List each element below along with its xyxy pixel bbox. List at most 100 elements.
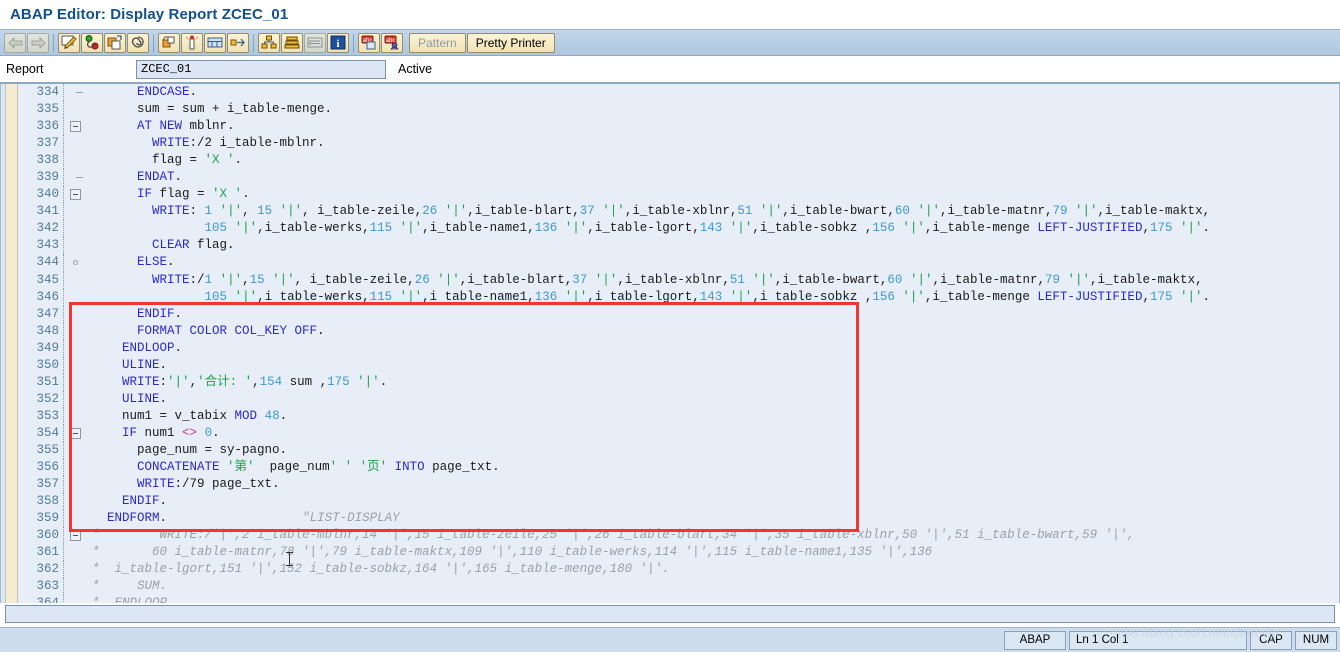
- code-line[interactable]: 350 ULINE.: [18, 356, 1339, 374]
- line-number: 347: [18, 305, 64, 323]
- code-token: ,i table-name1,: [422, 289, 535, 304]
- code-line[interactable]: 347 ENDIF.: [18, 305, 1339, 323]
- fold-collapse-box-icon[interactable]: [70, 121, 81, 133]
- code-line[interactable]: 343 CLEAR flag.: [18, 237, 1339, 255]
- code-line[interactable]: 336 AT NEW mblnr.: [18, 118, 1339, 136]
- pattern-button[interactable]: Pattern: [409, 32, 466, 53]
- code-line[interactable]: 338 flag = 'X '.: [18, 152, 1339, 170]
- object-hierarchy-icon[interactable]: [258, 32, 280, 53]
- forward-arrow-icon[interactable]: [27, 32, 49, 53]
- line-number: 357: [18, 476, 64, 494]
- activate-icon[interactable]: [104, 32, 126, 53]
- code-line[interactable]: 358 ENDIF.: [18, 493, 1339, 511]
- code-line[interactable]: 341 WRITE: 1 '|', 15 '|', i_table-zeile,…: [18, 203, 1339, 221]
- code-token: page_num = sy-pagno.: [92, 442, 288, 457]
- main-toolbar: i abc abc Pattern Pretty Printer: [0, 30, 1340, 56]
- code-token: '|': [564, 221, 588, 236]
- code-token: '|': [902, 289, 925, 304]
- status-cap-indicator: CAP: [1250, 630, 1292, 650]
- code-line[interactable]: 337 WRITE:/2 i_table-mblnr.: [18, 135, 1339, 153]
- stack-icon[interactable]: [281, 32, 303, 53]
- pencil-edit-icon[interactable]: [58, 32, 80, 53]
- code-token: page_num: [254, 460, 330, 475]
- code-token: '|': [444, 204, 468, 219]
- display-object-icon[interactable]: [204, 32, 226, 53]
- list-icon[interactable]: [304, 32, 326, 53]
- breakpoint-icon[interactable]: [181, 32, 203, 53]
- code-token: .: [159, 494, 168, 509]
- code-token: 48: [264, 408, 280, 423]
- code-line[interactable]: 363 * SUM.: [18, 578, 1339, 596]
- code-token: LEFT-JUSTIFIED: [1037, 221, 1143, 236]
- code-line[interactable]: 360 * WRITE:/'|',2 i_table-mblnr,14 '|',1…: [18, 527, 1339, 545]
- code-line[interactable]: 352 ULINE.: [18, 390, 1339, 408]
- code-line[interactable]: 349 ENDLOOP.: [18, 339, 1339, 357]
- command-input[interactable]: [5, 605, 1335, 623]
- code-token: '|': [917, 204, 940, 219]
- code-line[interactable]: 359 ENDFORM. "LIST-DISPLAY: [18, 510, 1339, 528]
- code-line[interactable]: 362 * i_table-lgort,151 '|',152 i_table-s…: [18, 561, 1339, 579]
- code-line-text: ENDCASE.: [90, 84, 1339, 101]
- bookmark-gutter[interactable]: [6, 84, 18, 615]
- line-number: 345: [18, 271, 64, 289]
- check-syntax-icon[interactable]: [81, 32, 103, 53]
- code-editor-area[interactable]: 334 ENDCASE. 335 sum = sum + i_table-meng…: [0, 84, 1340, 615]
- navigate-icon[interactable]: [227, 32, 249, 53]
- code-line[interactable]: 335 sum = sum + i_table-menge.: [18, 101, 1339, 119]
- fold-collapse-box-icon[interactable]: [70, 189, 81, 201]
- code-token: * i_table-lgort,151 '|',152 i_table-sobk…: [92, 562, 670, 577]
- code-line[interactable]: 355 page_num = sy-pagno.: [18, 441, 1339, 460]
- code-token: ULINE: [122, 357, 160, 372]
- code-line[interactable]: 357 WRITE:/79 page_txt.: [18, 476, 1339, 494]
- code-line[interactable]: 353 num1 = v_tabix MOD 48.: [18, 407, 1339, 425]
- code-token: :/2 i_table-mblnr.: [189, 136, 325, 151]
- code-line-text: flag = 'X '.: [90, 152, 1339, 169]
- code-line[interactable]: 351 WRITE:'|','合计: ',154 sum ,175 '|'.: [18, 373, 1339, 391]
- pretty-printer-button[interactable]: Pretty Printer: [466, 32, 555, 53]
- code-token: .: [234, 153, 243, 168]
- info-icon[interactable]: i: [327, 32, 349, 53]
- code-line-text: sum = sum + i_table-menge.: [90, 101, 1339, 118]
- code-line[interactable]: 354 IF num1 <> 0.: [18, 424, 1339, 442]
- report-status-text: Active: [398, 62, 433, 76]
- code-line[interactable]: 342 105 '|',i_table-werks,115 '|',i_tabl…: [18, 220, 1339, 238]
- code-line-text: ENDFORM. "LIST-DISPLAY: [90, 510, 1339, 527]
- where-used-icon[interactable]: [127, 32, 149, 53]
- code-lines-container[interactable]: 334 ENDCASE. 335 sum = sum + i_table-meng…: [18, 84, 1339, 615]
- code-line[interactable]: 356 CONCATENATE '第' page_num' ' '页' INTO…: [18, 459, 1339, 477]
- code-token: ,i_table-bwart,: [782, 204, 895, 219]
- code-line[interactable]: 346 105 '|',i table-werks,115 '|',i tabl…: [18, 288, 1339, 306]
- code-token: 154: [259, 374, 283, 389]
- abap-user-icon[interactable]: abc: [381, 32, 403, 53]
- line-number: 348: [18, 322, 64, 340]
- code-token: ,: [1142, 221, 1150, 236]
- code-line[interactable]: 361 * 60 i_table-matnr,78 '|',79 i_table-…: [18, 544, 1339, 562]
- code-line[interactable]: 339 ENDAT.: [18, 169, 1339, 187]
- code-line[interactable]: 340 IF flag = 'X '.: [18, 186, 1339, 204]
- code-line[interactable]: 344 ELSE.: [18, 254, 1339, 272]
- fold-collapse-box-icon[interactable]: [70, 427, 81, 439]
- fold-branch-marker-icon: [73, 260, 78, 266]
- code-token: '|': [272, 272, 295, 287]
- code-line[interactable]: 345 WRITE:/1 '|',15 '|', i_table-zeile,2…: [18, 271, 1339, 289]
- line-number: 350: [18, 356, 64, 374]
- code-token: '|': [279, 204, 303, 219]
- back-arrow-icon[interactable]: [4, 32, 26, 53]
- abap-doc-icon[interactable]: abc: [358, 32, 380, 53]
- report-name-input[interactable]: [136, 59, 386, 79]
- code-line[interactable]: 348 FORMAT COLOR COL_KEY OFF.: [18, 322, 1339, 340]
- code-line[interactable]: 334 ENDCASE.: [18, 84, 1339, 102]
- code-token: '|': [437, 272, 460, 287]
- debug-icon[interactable]: [158, 32, 180, 53]
- fold-collapse-box-icon[interactable]: [70, 530, 81, 542]
